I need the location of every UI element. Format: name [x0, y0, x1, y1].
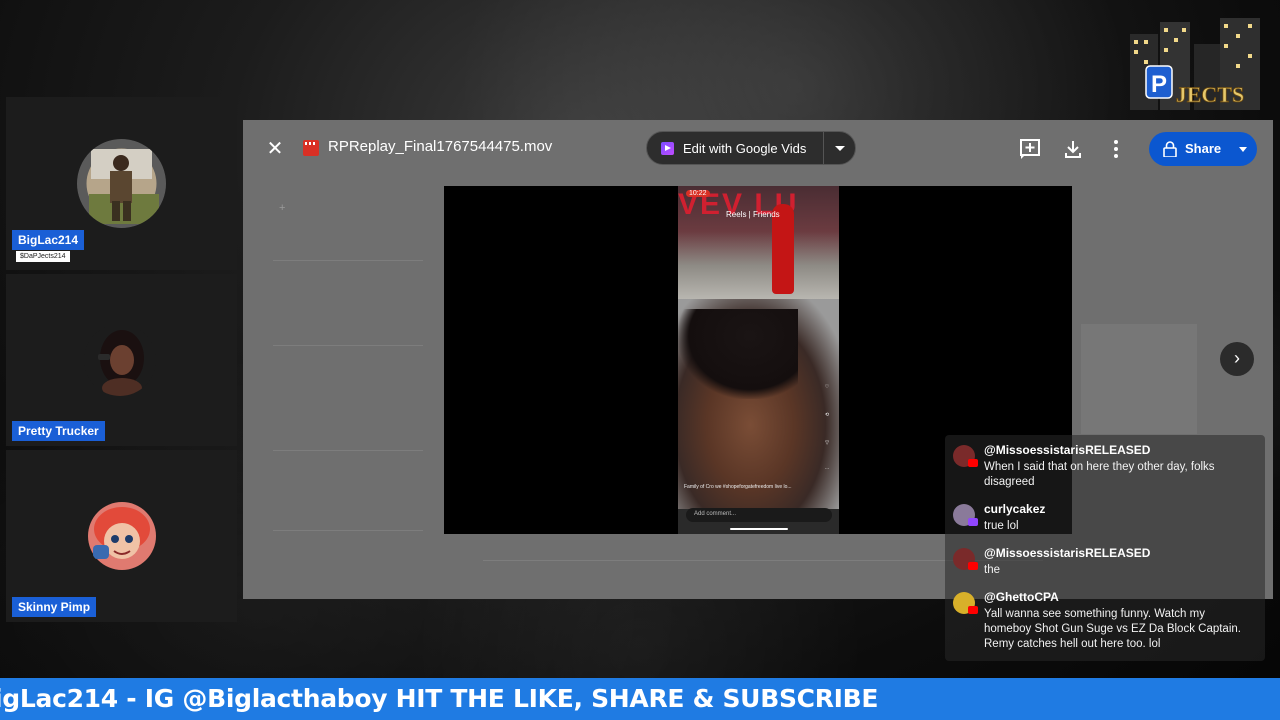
- ghost-divider: [273, 530, 423, 531]
- lock-icon: [1163, 141, 1177, 157]
- edit-with-google-vids-label: Edit with Google Vids: [683, 141, 807, 156]
- video-frame: VEV LU 10:22 Reels | Friends ♡ ⟲ ▽ ⋯ Fam…: [678, 186, 839, 534]
- ghost-new-button: +: [279, 202, 286, 214]
- ghost-divider: [273, 450, 423, 451]
- heart-icon: ♡: [824, 384, 830, 390]
- chat-text: true lol: [984, 520, 1019, 532]
- phone-home-bar: [730, 528, 788, 530]
- svg-text:JECTS: JECTS: [1176, 82, 1244, 107]
- avatar: [87, 501, 157, 571]
- phone-caption: Family of Cro we #shopeforgatefreedom li…: [684, 484, 792, 490]
- guest-panel-biglac214: BigLac214 $DaPJects214: [6, 97, 237, 270]
- phone-tabs: Reels | Friends: [726, 210, 780, 219]
- video-frame-face: [678, 299, 839, 509]
- svg-text:P: P: [1151, 71, 1167, 98]
- button-divider: [823, 132, 824, 164]
- chat-text: Yall wanna see something funny. Watch my…: [984, 608, 1241, 650]
- youtube-icon: [968, 606, 978, 614]
- ticker-text: igLac214 - IG @Biglacthaboy HIT THE LIKE…: [0, 684, 879, 713]
- download-icon[interactable]: [1062, 138, 1084, 160]
- video-file-icon: [303, 140, 319, 156]
- chat-username: @GhettoCPA: [984, 590, 1059, 604]
- guest-panel-skinny-pimp: Skinny Pimp: [6, 450, 237, 622]
- avatar: [77, 139, 166, 228]
- repost-icon: ⟲: [824, 412, 830, 418]
- chat-username: curlycakez: [984, 502, 1046, 516]
- chat-text: When I said that on here they other day,…: [984, 461, 1215, 488]
- share-label: Share: [1185, 141, 1222, 156]
- more-icon: ⋯: [824, 466, 830, 472]
- guest-name-tag: Skinny Pimp: [12, 597, 97, 617]
- ghost-thumbnail: [1081, 324, 1197, 434]
- video-hair: [678, 309, 798, 399]
- share-button[interactable]: Share: [1149, 132, 1257, 166]
- edit-with-google-vids-button[interactable]: Edit with Google Vids: [646, 131, 856, 165]
- ghost-divider: [273, 345, 423, 346]
- add-comment-icon[interactable]: [1019, 138, 1041, 160]
- chat-username: @MissoessistarisRELEASED: [984, 546, 1151, 560]
- guest-panel-pretty-trucker: Pretty Trucker: [6, 274, 237, 446]
- guest-name-tag: Pretty Trucker: [12, 421, 105, 441]
- preview-toolbar: ✕ RPReplay_Final1767544475.mov Edit with…: [243, 120, 1273, 176]
- send-icon: ▽: [825, 440, 829, 446]
- video-frame-top: VEV LU 10:22 Reels | Friends: [678, 186, 839, 299]
- ghost-divider: [273, 260, 423, 261]
- youtube-icon: [968, 459, 978, 467]
- twitch-icon: [968, 518, 978, 526]
- file-name: RPReplay_Final1767544475.mov: [328, 138, 553, 155]
- ticker-banner: igLac214 - IG @Biglacthaboy HIT THE LIKE…: [0, 678, 1280, 720]
- phone-clock: 10:22: [686, 190, 710, 197]
- chevron-right-icon[interactable]: ›: [1220, 342, 1254, 376]
- guest-handle-tag: $DaPJects214: [16, 251, 70, 262]
- avatar: [84, 324, 156, 396]
- pjects-logo: P JECTS: [1130, 18, 1260, 110]
- chat-username: @MissoessistarisRELEASED: [984, 443, 1151, 457]
- google-vids-icon: [661, 142, 674, 155]
- chat-text: the: [984, 564, 1000, 576]
- phone-comment-field: Add comment...: [686, 508, 832, 522]
- guest-name-tag: BigLac214: [12, 230, 85, 250]
- chat-overlay: @MissoessistarisRELEASED When I said tha…: [945, 435, 1265, 661]
- more-options-icon[interactable]: [1105, 138, 1127, 160]
- close-icon[interactable]: ✕: [263, 137, 287, 161]
- chevron-down-icon[interactable]: [835, 146, 845, 151]
- youtube-icon: [968, 562, 978, 570]
- chevron-down-icon[interactable]: [1239, 147, 1247, 152]
